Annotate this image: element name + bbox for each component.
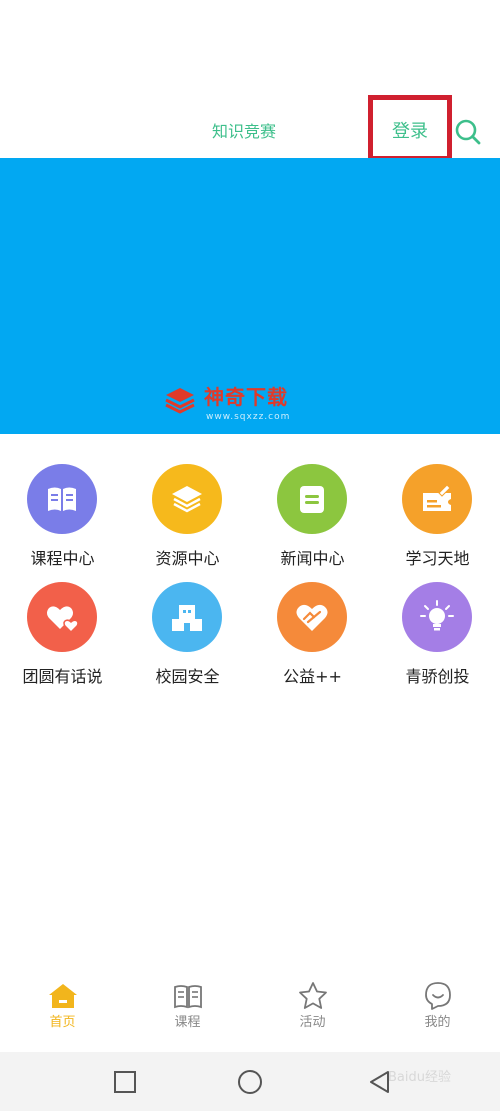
news-doc-icon <box>300 486 324 513</box>
open-book-icon <box>48 487 76 511</box>
grid-label: 资源中心 <box>155 549 220 568</box>
home-icon <box>49 984 77 1008</box>
nav-label: 活动 <box>299 1015 326 1030</box>
grid-item-course-center[interactable]: 课程中心 <box>0 464 125 574</box>
grid-item-news-center[interactable]: 新闻中心 <box>250 464 375 574</box>
hearts-icon <box>47 606 79 634</box>
star-icon <box>299 982 327 1009</box>
public-welfare-circle <box>277 582 347 652</box>
layers-icon <box>172 486 202 513</box>
heart-handshake-icon <box>296 604 328 631</box>
nav-item-home[interactable]: 首页 <box>0 968 125 1052</box>
grid-item-public-welfare[interactable]: 公益++ <box>250 582 375 692</box>
login-button[interactable]: 登录 <box>392 118 428 146</box>
home-circle-icon[interactable] <box>236 1068 264 1096</box>
school-building-icon <box>172 605 202 631</box>
qingjiao-venture-circle <box>402 582 472 652</box>
reunion-talk-circle <box>27 582 97 652</box>
news-center-circle <box>277 464 347 534</box>
grid-item-campus-safety[interactable]: 校园安全 <box>125 582 250 692</box>
resource-center-circle <box>152 464 222 534</box>
nav-label: 首页 <box>49 1015 76 1030</box>
watermark-logo-icon <box>165 388 195 414</box>
grid-label: 课程中心 <box>30 549 95 568</box>
baidu-watermark: Baidu经验 <box>388 1070 451 1085</box>
watermark-url: www.sqxzz.com <box>206 412 291 422</box>
watermark-title: 神奇下载 <box>204 385 288 409</box>
nav-label: 我的 <box>424 1015 451 1030</box>
grid-item-qingjiao-venture[interactable]: 青骄创投 <box>375 582 500 692</box>
grid-label: 校园安全 <box>155 667 220 686</box>
grid-item-reunion-talk[interactable]: 团圆有话说 <box>0 582 125 692</box>
tab-knowledge-contest[interactable]: 知识竞赛 <box>212 120 276 144</box>
grid-label: 青骄创投 <box>405 667 470 686</box>
course-center-circle <box>27 464 97 534</box>
search-icon[interactable] <box>454 118 482 146</box>
nav-label: 课程 <box>174 1015 201 1030</box>
grid-label: 团圆有话说 <box>22 667 103 686</box>
nav-item-activity[interactable]: 活动 <box>250 968 375 1052</box>
ticket-pen-icon <box>423 484 451 511</box>
grid-item-resource-center[interactable]: 资源中心 <box>125 464 250 574</box>
study-world-circle <box>402 464 472 534</box>
app-screen: 知识竞赛 登录 神奇下载 www.sqxzz.com 课程中心 资源中心 新闻中… <box>0 0 500 1111</box>
smile-chat-icon <box>425 982 451 1010</box>
campus-safety-circle <box>152 582 222 652</box>
recents-square-icon[interactable] <box>111 1068 139 1096</box>
book-icon <box>174 985 202 1009</box>
grid-label: 学习天地 <box>405 549 470 568</box>
nav-item-mine[interactable]: 我的 <box>375 968 500 1052</box>
lightbulb-icon <box>420 600 454 631</box>
grid-label: 公益++ <box>283 667 342 686</box>
grid-label: 新闻中心 <box>280 549 345 568</box>
top-header: 知识竞赛 登录 <box>0 0 500 161</box>
grid-item-study-world[interactable]: 学习天地 <box>375 464 500 574</box>
nav-item-course[interactable]: 课程 <box>125 968 250 1052</box>
bottom-nav: 首页 课程 活动 我的 <box>0 968 500 1052</box>
